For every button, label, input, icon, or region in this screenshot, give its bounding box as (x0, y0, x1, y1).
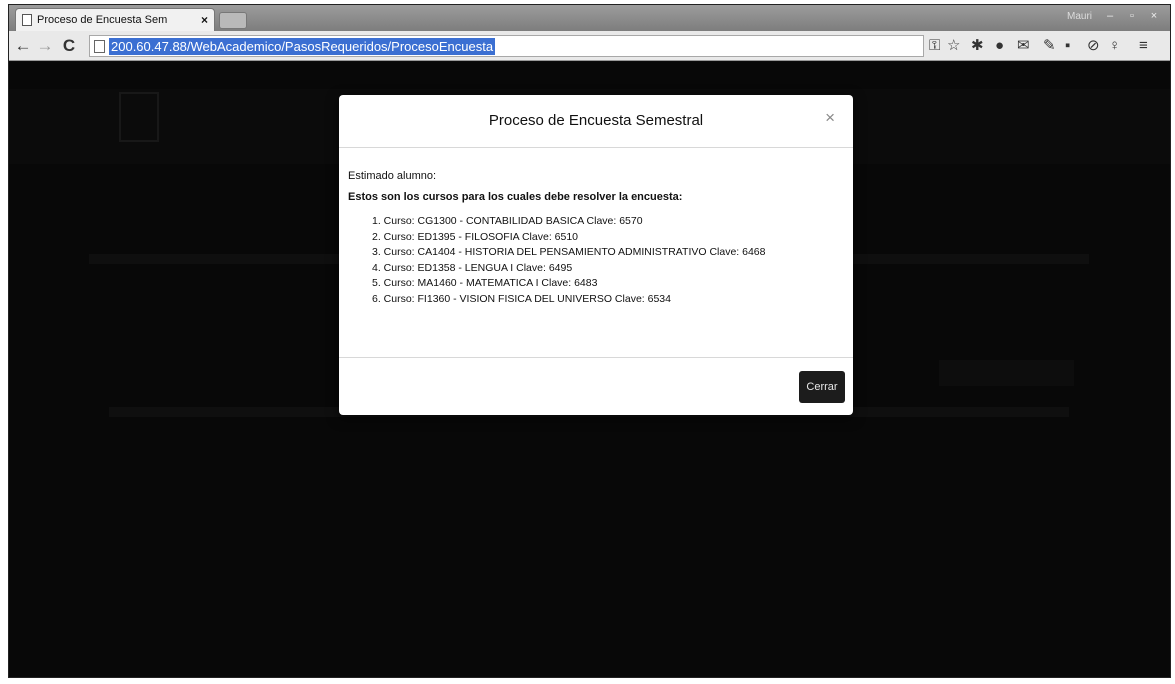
course-item: 2. Curso: ED1395 - FILOSOFIA Clave: 6510 (372, 230, 579, 243)
browser-window: Proceso de Encuesta Sem × Mauri – ▫ × ← … (8, 4, 1171, 678)
new-tab-button[interactable] (219, 12, 247, 29)
block-icon[interactable]: ⊘ (1087, 37, 1100, 55)
extension-icon[interactable]: ▪ (1065, 37, 1070, 55)
page-icon (94, 39, 105, 53)
browser-toolbar: ← → C 200.60.47.88/WebAcademico/PasosReq… (9, 31, 1170, 61)
gmail-icon[interactable]: ✉ (1017, 37, 1030, 55)
maximize-button[interactable]: ▫ (1122, 9, 1142, 23)
forward-button[interactable]: → (35, 36, 55, 56)
address-url[interactable]: 200.60.47.88/WebAcademico/PasosRequerido… (109, 37, 496, 55)
minimize-button[interactable]: – (1100, 9, 1120, 23)
reload-button[interactable]: C (59, 36, 79, 56)
star-icon[interactable]: ☆ (947, 37, 960, 55)
greeting-text: Estimado alumno: (348, 170, 437, 182)
course-list: 1. Curso: CG1300 - CONTABILIDAD BASICA C… (348, 214, 845, 307)
close-window-button[interactable]: × (1144, 9, 1164, 23)
tab-close-icon[interactable]: × (201, 13, 208, 27)
person-icon[interactable]: ♀ (1109, 37, 1120, 55)
modal-header: Proceso de Encuesta Semestral × (339, 95, 853, 148)
menu-icon[interactable]: ≡ (1139, 37, 1148, 55)
tab-title: Proceso de Encuesta Sem (37, 14, 168, 26)
pen-icon[interactable]: ✎ (1043, 37, 1056, 55)
intro-text: Estos son los cursos para los cuales deb… (348, 191, 683, 203)
modal-footer: Cerrar (339, 358, 853, 414)
survey-modal: Proceso de Encuesta Semestral × Estimado… (339, 95, 853, 415)
page-content: Proceso de Encuesta Semestral × Estimado… (9, 62, 1170, 677)
modal-body: Estimado alumno: Estos son los cursos pa… (339, 148, 853, 358)
page-icon (22, 14, 32, 26)
record-icon[interactable]: ● (995, 37, 1004, 55)
profile-name[interactable]: Mauri (1067, 11, 1092, 22)
browser-tab[interactable]: Proceso de Encuesta Sem × (15, 8, 215, 31)
key-icon[interactable]: ⚿ (929, 37, 940, 55)
close-icon[interactable]: × (825, 108, 835, 128)
address-bar[interactable]: 200.60.47.88/WebAcademico/PasosRequerido… (89, 35, 924, 57)
course-item: 6. Curso: FI1360 - VISION FISICA DEL UNI… (372, 292, 671, 305)
course-item: 1. Curso: CG1300 - CONTABILIDAD BASICA C… (372, 215, 643, 227)
course-item: 4. Curso: ED1358 - LENGUA I Clave: 6495 (372, 261, 573, 274)
tab-strip: Proceso de Encuesta Sem × Mauri – ▫ × (9, 5, 1170, 31)
modal-title: Proceso de Encuesta Semestral (488, 112, 704, 129)
gear-icon[interactable]: ✱ (971, 37, 984, 55)
close-button[interactable]: Cerrar (799, 371, 845, 403)
course-item: 5. Curso: MA1460 - MATEMATICA I Clave: 6… (372, 277, 598, 289)
back-button[interactable]: ← (13, 36, 33, 56)
course-item: 3. Curso: CA1404 - HISTORIA DEL PENSAMIE… (372, 246, 766, 258)
